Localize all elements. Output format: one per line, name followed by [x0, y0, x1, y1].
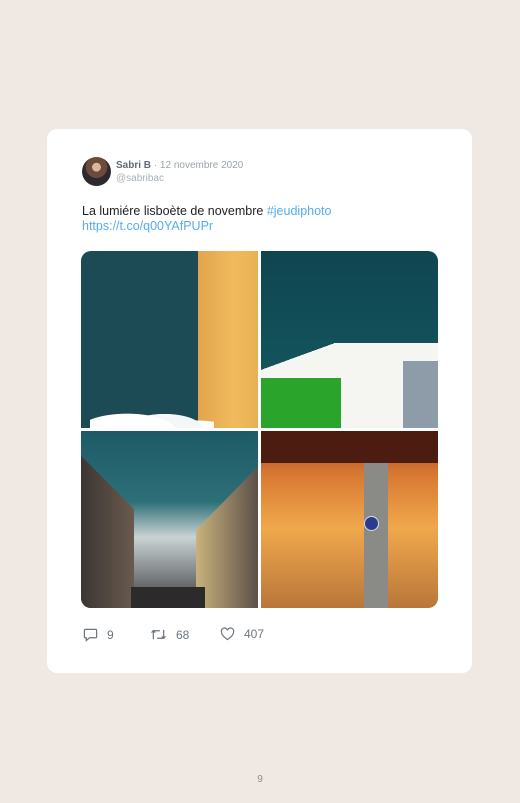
- tweet-meta: Sabri B · 12 novembre 2020 @sabribac: [116, 159, 243, 185]
- tweet-url-link[interactable]: https://t.co/q00YAfPUPr: [82, 219, 442, 234]
- hashtag-link[interactable]: #jeudiphoto: [267, 204, 332, 218]
- tweet-date[interactable]: 12 novembre 2020: [160, 160, 243, 171]
- tweet-card: Sabri B · 12 novembre 2020 @sabribac La …: [47, 129, 472, 673]
- like-button[interactable]: 407: [220, 627, 264, 641]
- photo-3[interactable]: [81, 431, 258, 608]
- retweet-icon: [150, 627, 167, 642]
- photo-2[interactable]: [261, 251, 438, 428]
- avatar[interactable]: [82, 157, 111, 186]
- author-handle[interactable]: @sabribac: [116, 172, 243, 185]
- heart-icon: [220, 627, 235, 641]
- photo-4[interactable]: [261, 431, 438, 608]
- tweet-text: La lumiére lisboète de novembre #jeudiph…: [82, 204, 442, 234]
- photo-1[interactable]: [81, 251, 258, 428]
- meta-separator: ·: [153, 160, 158, 171]
- retweet-button[interactable]: 68: [150, 627, 189, 642]
- reply-count: 9: [107, 627, 114, 642]
- like-count: 407: [244, 627, 265, 641]
- photo-grid: [81, 251, 438, 608]
- tweet-text-body: La lumiére lisboète de novembre: [82, 204, 267, 218]
- page-number: 9: [257, 774, 263, 785]
- reply-button[interactable]: 9: [83, 627, 114, 642]
- retweet-count: 68: [176, 627, 190, 642]
- author-name[interactable]: Sabri B: [116, 160, 151, 171]
- reply-icon: [83, 627, 98, 642]
